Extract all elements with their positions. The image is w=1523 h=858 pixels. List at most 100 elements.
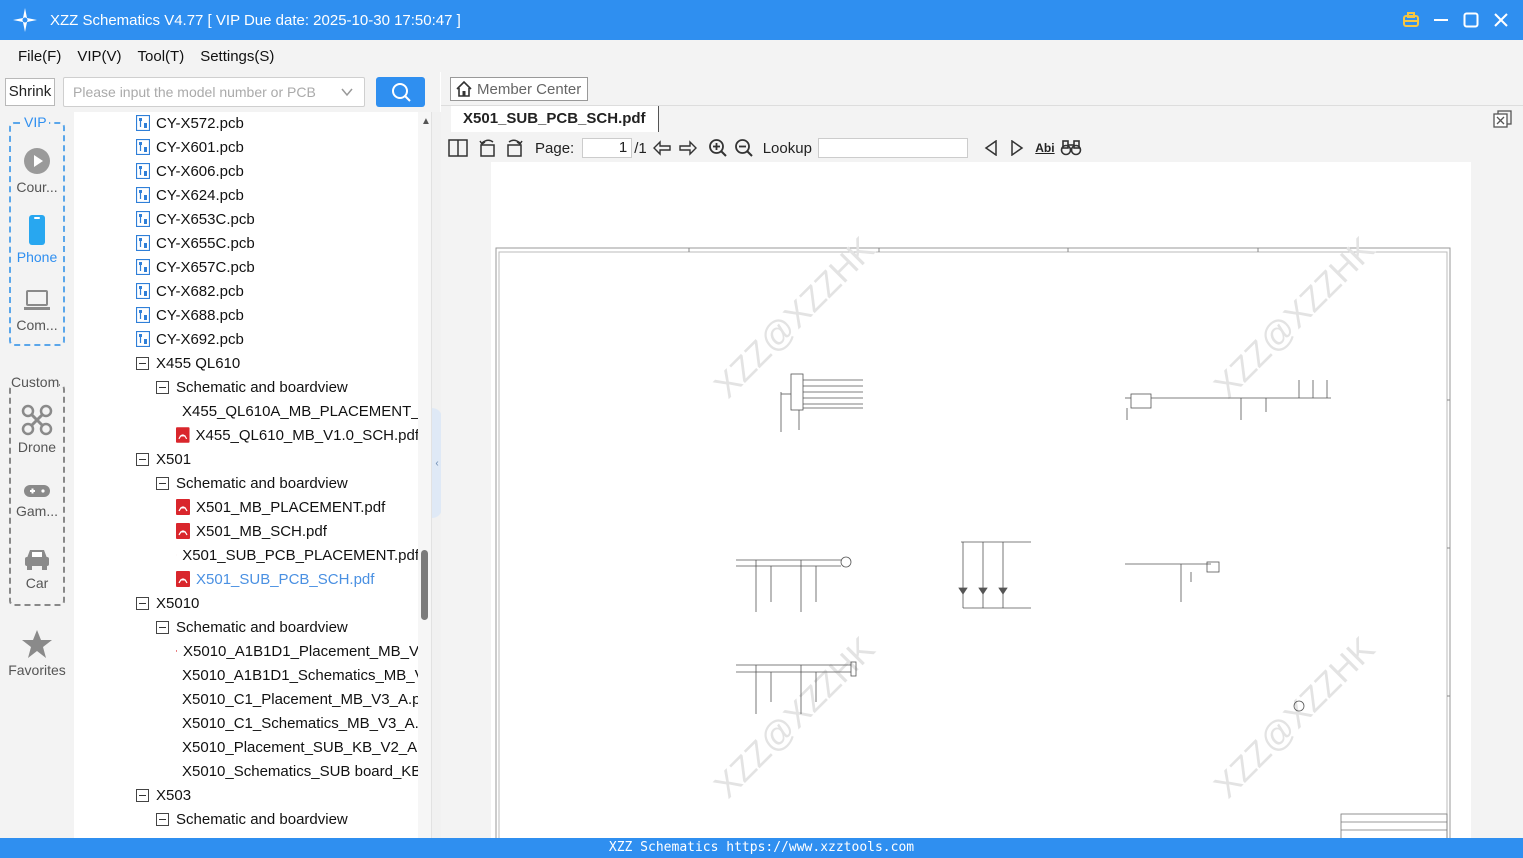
tree-item-pdf[interactable]: X5010_Placement_SUB_KB_V2_A.p [74, 735, 419, 759]
tree-folder[interactable]: X455 QL610 [74, 351, 419, 375]
search-input[interactable]: Please input the model number or PCB [63, 77, 365, 107]
watermark-text: XZZ@XZZHK [1207, 630, 1383, 806]
search-icon [391, 83, 411, 102]
tree-item-label: Schematic and boardview [176, 618, 348, 636]
tree-item-pdf[interactable]: X501_MB_SCH.pdf [74, 519, 419, 543]
shrink-button[interactable]: Shrink [5, 78, 55, 106]
tree-item-pcb[interactable]: CY-X682.pcb [74, 279, 419, 303]
tree-item-pcb[interactable]: CY-X572.pcb [74, 112, 419, 135]
scroll-thumb[interactable] [421, 550, 428, 620]
pdf-file-icon [176, 650, 177, 652]
tree-item-label: CY-X688.pcb [156, 306, 244, 324]
tree-item-pdf[interactable]: X5010_A1B1D1_Schematics_MB_V [74, 663, 419, 687]
find-previous-icon[interactable] [980, 137, 1002, 159]
file-tree: CY-X572.pcb CY-X601.pcb CY-X606.pcb CY-X624… [74, 112, 431, 838]
gamepad-icon [24, 485, 50, 497]
tree-item-pcb[interactable]: CY-X657C.pcb [74, 255, 419, 279]
match-case-icon[interactable]: Abi [1034, 137, 1056, 159]
zoom-in-icon[interactable] [707, 137, 729, 159]
document-view[interactable]: XZZ@XZZHK XZZ@XZZHK XZZ@XZZHK XZZ@XZZHK [441, 162, 1523, 853]
tree-item-pcb[interactable]: CY-X692.pcb [74, 327, 419, 351]
tree-item-pdf[interactable]: X5010_C1_Placement_MB_V3_A.p [74, 687, 419, 711]
play-icon [24, 148, 50, 174]
tree-item-pcb[interactable]: CY-X624.pcb [74, 183, 419, 207]
rail-item-computer[interactable]: Com... [0, 288, 74, 333]
tree-item-pdf[interactable]: X455_QL610A_MB_PLACEMENT_V [74, 399, 419, 423]
tree-item-label: X501_MB_SCH.pdf [196, 522, 327, 540]
tree-folder[interactable]: X5010 [74, 591, 419, 615]
collapse-toggle-icon[interactable] [136, 596, 149, 610]
panel-splitter[interactable]: ‹ [431, 112, 442, 838]
tree-item-pdf[interactable]: X501_SUB_PCB_SCH.pdf [74, 567, 419, 591]
tree-item-pcb[interactable]: CY-X653C.pcb [74, 207, 419, 231]
collapse-toggle-icon[interactable] [156, 476, 169, 490]
pcb-file-icon [136, 331, 150, 347]
collapse-toggle-icon[interactable] [156, 812, 169, 826]
search-button[interactable] [376, 77, 425, 107]
tree-item-pcb[interactable]: CY-X688.pcb [74, 303, 419, 327]
menu-bar: File(F) VIP(V) Tool(T) Settings(S) [0, 40, 1523, 72]
member-center-button[interactable]: Member Center [450, 77, 589, 101]
rotate-right-icon[interactable] [503, 137, 525, 159]
chevron-down-icon[interactable] [340, 85, 354, 99]
tree-item-pdf[interactable]: X5010_C1_Schematics_MB_V3_A.p [74, 711, 419, 735]
collapse-toggle-icon[interactable] [156, 380, 169, 394]
rail-item-phone[interactable]: Phone [0, 214, 74, 265]
tree-item-pdf[interactable]: X5010_A1B1D1_Placement_MB_V [74, 639, 419, 663]
find-all-icon[interactable] [1060, 137, 1082, 159]
collapse-toggle-icon[interactable] [136, 788, 149, 802]
tree-item-pdf[interactable]: X455_QL610_MB_V1.0_SCH.pdf [74, 423, 419, 447]
tree-item-pdf[interactable]: X5010_Schematics_SUB board_KB [74, 759, 419, 783]
menu-tool[interactable]: Tool(T) [130, 48, 193, 65]
tree-folder[interactable]: X501 [74, 447, 419, 471]
pdf-page[interactable]: XZZ@XZZHK XZZ@XZZHK XZZ@XZZHK XZZ@XZZHK [491, 162, 1471, 853]
rail-item-gaming[interactable]: Gam... [0, 482, 74, 519]
previous-page-icon[interactable] [651, 137, 673, 159]
tree-item-pcb[interactable]: CY-X606.pcb [74, 159, 419, 183]
rotate-left-icon[interactable] [477, 137, 499, 159]
scroll-up-icon[interactable]: ▲ [421, 116, 431, 127]
minimize-button[interactable] [1431, 8, 1451, 32]
sidebar-toggle-icon[interactable] [447, 137, 469, 159]
home-icon [456, 80, 472, 97]
tree-item-label: Schematic and boardview [176, 474, 348, 492]
find-next-icon[interactable] [1006, 137, 1028, 159]
zoom-out-icon[interactable] [733, 137, 755, 159]
search-placeholder: Please input the model number or PCB [73, 84, 316, 100]
tree-item-pcb[interactable]: CY-X601.pcb [74, 135, 419, 159]
tree-subfolder[interactable]: Schematic and boardview [74, 807, 419, 831]
pcb-file-icon [136, 307, 150, 323]
tree-item-pcb[interactable]: CY-X655C.pcb [74, 231, 419, 255]
rail-item-drone[interactable]: Drone [0, 404, 74, 455]
tree-subfolder[interactable]: Schematic and boardview [74, 375, 419, 399]
collapse-toggle-icon[interactable] [136, 356, 149, 370]
collapse-toggle-icon[interactable] [156, 620, 169, 634]
tree-item-pdf[interactable]: X501_MB_PLACEMENT.pdf [74, 495, 419, 519]
menu-vip[interactable]: VIP(V) [69, 48, 129, 65]
menu-settings[interactable]: Settings(S) [192, 48, 282, 65]
tree-item-label: X5010 [156, 594, 200, 612]
tree-item-pdf[interactable]: X501_SUB_PCB_PLACEMENT.pdf [74, 543, 419, 567]
tree-subfolder[interactable]: Schematic and boardview [74, 615, 419, 639]
menu-file[interactable]: File(F) [10, 48, 69, 65]
tree-item-label: CY-X606.pcb [156, 162, 244, 180]
lookup-input[interactable] [817, 138, 968, 158]
rail-item-car[interactable]: Car [0, 546, 74, 591]
tree-folder[interactable]: X503 [74, 783, 419, 807]
vip-badge-icon[interactable] [1401, 8, 1421, 32]
rail-item-favorites[interactable]: Favorites [0, 629, 74, 678]
maximize-button[interactable] [1461, 8, 1481, 32]
rail-item-label: Com... [16, 317, 58, 333]
tree-scrollbar[interactable]: ▲ [418, 112, 431, 838]
page-number-input[interactable]: 1 [582, 138, 633, 158]
pdf-file-icon [176, 499, 190, 515]
close-button[interactable] [1491, 8, 1511, 32]
close-tab-icon[interactable] [1493, 110, 1513, 128]
rail-item-label: Phone [16, 249, 58, 265]
tab-document[interactable]: X501_SUB_PCB_SCH.pdf [451, 106, 659, 132]
collapse-toggle-icon[interactable] [136, 452, 149, 466]
tree-subfolder[interactable]: Schematic and boardview [74, 471, 419, 495]
tree-item-label: CY-X601.pcb [156, 138, 244, 156]
rail-item-course[interactable]: Cour... [0, 146, 74, 195]
next-page-icon[interactable] [677, 137, 699, 159]
